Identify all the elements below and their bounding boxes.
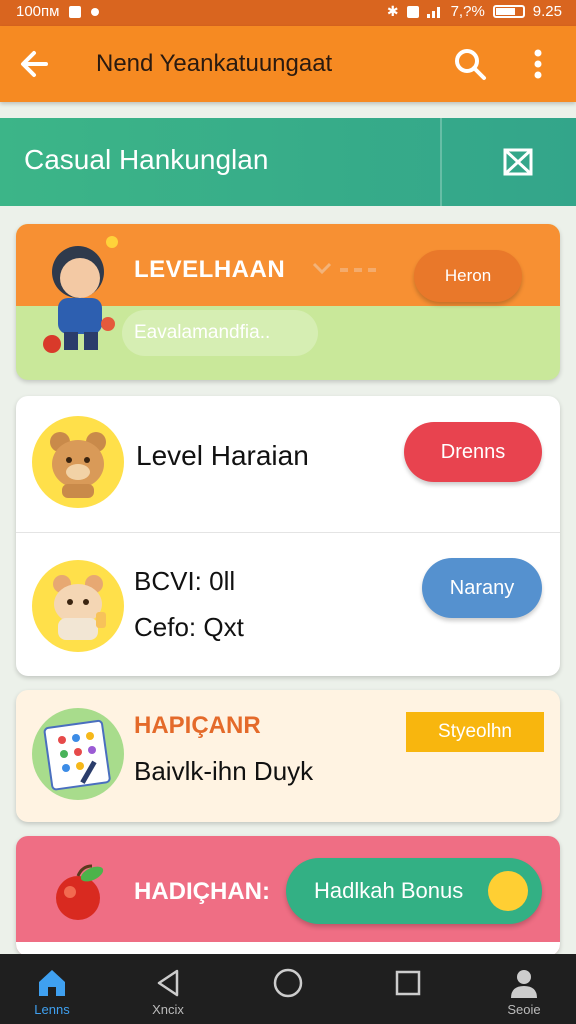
bonus-label: HADIÇHAN: — [134, 878, 270, 905]
level-action-button[interactable]: Heron — [414, 250, 522, 302]
chevron-down-icon[interactable] — [312, 260, 332, 276]
nav-home[interactable]: Lenns — [4, 954, 100, 1024]
character-avatar-icon — [43, 236, 118, 353]
bear-avatar — [32, 416, 124, 508]
smiley-icon — [488, 871, 528, 911]
promo-heading: HAPIÇANR — [134, 712, 261, 739]
square-recents-icon — [395, 970, 421, 996]
nfc-icon — [406, 5, 419, 18]
promo-subtitle: Baivlk-ihn Duyk — [134, 756, 314, 786]
triangle-back-icon — [157, 969, 179, 997]
status-time: 9.25 — [532, 3, 562, 20]
battery-icon — [492, 5, 525, 18]
level-card: LEVELHAAN Heron Eavalamandfia.. — [16, 224, 560, 380]
more-options-icon[interactable] — [524, 46, 552, 82]
row1-title: Level Haraian — [136, 440, 309, 471]
status-left-text: 100пм — [16, 3, 60, 20]
nav-profile-label: Seoie — [507, 1002, 541, 1017]
level-heading: LEVELHAAN — [134, 256, 286, 283]
promo-badge[interactable]: Styeolhn — [406, 712, 544, 752]
bluetooth-icon: ✱ — [386, 3, 399, 19]
row1-red-button[interactable]: Drenns — [404, 422, 542, 482]
battery-percent: 7,?% — [450, 3, 485, 20]
nav-back[interactable]: Xncix — [120, 954, 216, 1024]
profile-icon — [511, 970, 537, 998]
hamster-icon — [53, 575, 106, 640]
bonus-button[interactable]: Hadlkah Bonus — [286, 858, 542, 924]
nav-back-label: Xncix — [152, 1002, 184, 1017]
close-box-icon[interactable] — [500, 144, 536, 180]
notification-icon — [69, 5, 82, 18]
hamster-avatar — [32, 560, 124, 652]
search-icon[interactable] — [452, 46, 488, 82]
nav-home-label: Lenns — [34, 1002, 70, 1017]
board-avatar — [32, 708, 124, 800]
row2-line1: BCVI: 0ll — [134, 566, 236, 596]
level-list-card: Level Haraian Drenns BCVI: 0ll Cefo: Qxt… — [16, 396, 560, 676]
level-description-pill[interactable]: Eavalamandfia.. — [122, 310, 318, 356]
board-game-icon — [43, 719, 111, 791]
home-icon — [39, 970, 65, 996]
bear-icon — [50, 432, 106, 498]
dash-decoration — [340, 268, 376, 272]
row2-line2: Cefo: Qxt — [134, 612, 244, 642]
row2-blue-button[interactable]: Narany — [422, 558, 542, 618]
dot-icon — [91, 7, 100, 16]
bottom-nav: Lenns Xncix Seoie — [0, 954, 576, 1024]
bonus-card: HADIÇHAN: Hadlkah Bonus — [16, 836, 560, 956]
nav-profile[interactable]: Seoie — [476, 954, 572, 1024]
back-arrow-icon[interactable] — [16, 46, 52, 82]
section-title: Casual Hankunglan — [24, 144, 269, 175]
section-header: Casual Hankunglan — [0, 118, 576, 206]
bonus-button-label: Hadlkah Bonus — [314, 878, 464, 903]
nav-home-circle[interactable] — [240, 954, 336, 1024]
circle-home-icon — [273, 968, 303, 998]
header-divider — [440, 118, 442, 206]
app-title: Nend Yeankatuungaat — [96, 50, 333, 77]
apple-icon — [56, 864, 104, 920]
nav-recents[interactable] — [360, 954, 456, 1024]
app-bar: Nend Yeankatuungaat — [0, 26, 576, 102]
promo-card: HAPIÇANR Baivlk-ihn Duyk Styeolhn — [16, 690, 560, 822]
signal-icon — [426, 7, 440, 18]
status-bar: 100пм ✱ 7,?% 9.25 — [0, 0, 576, 26]
row-separator — [16, 532, 560, 533]
